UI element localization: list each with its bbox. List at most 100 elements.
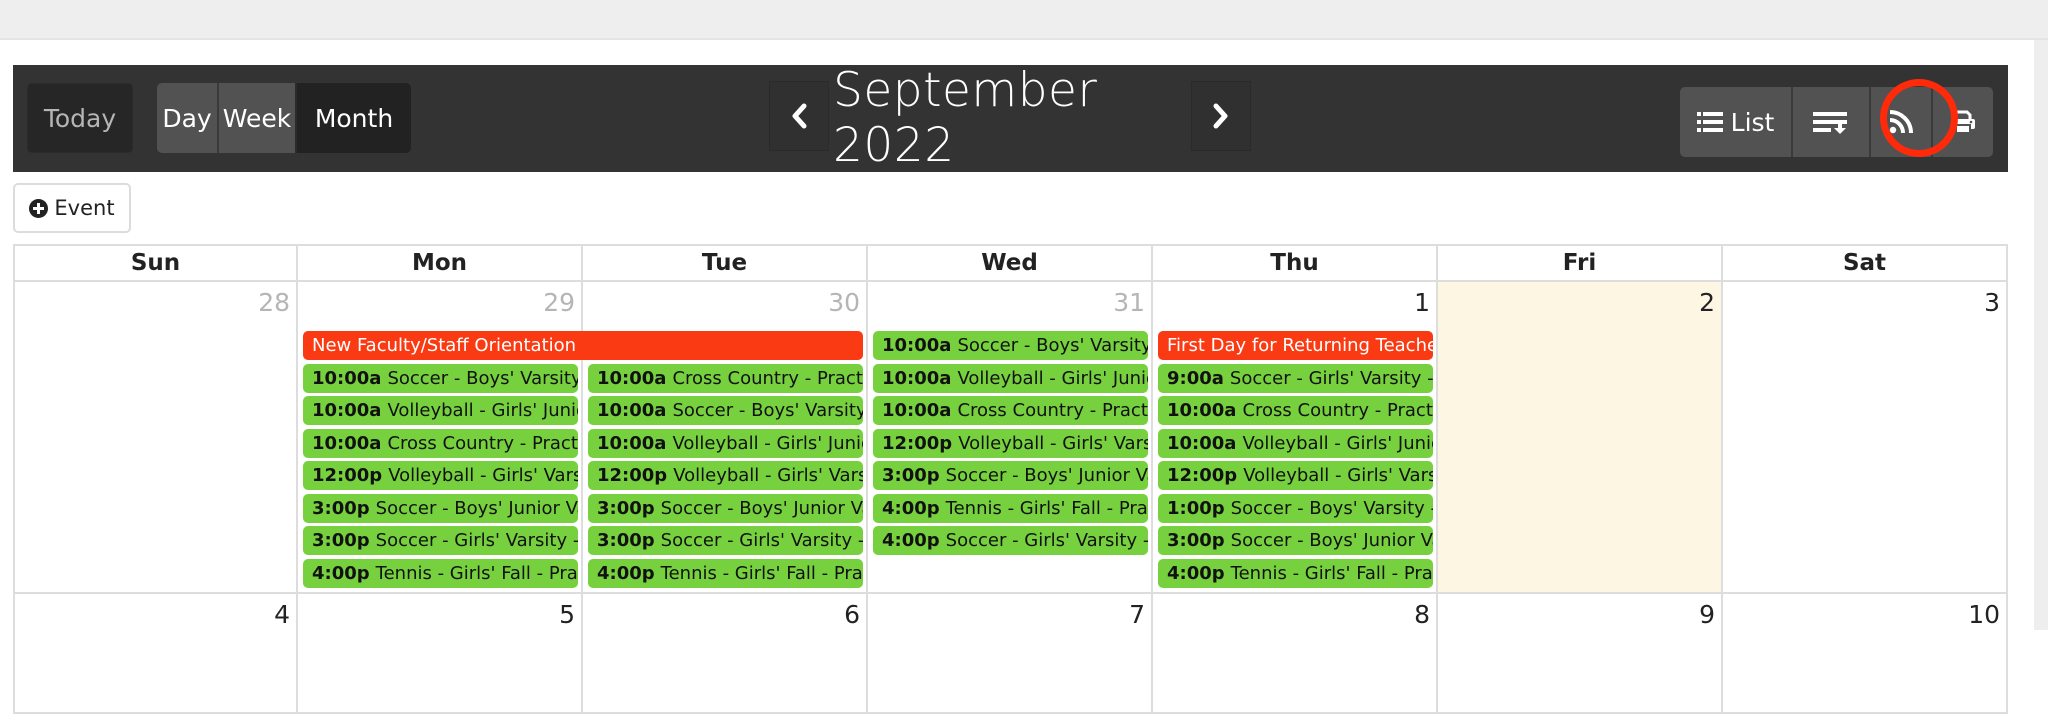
add-event-button[interactable]: Event — [13, 183, 131, 233]
event-title: Volleyball - Girls' Varsity — [673, 465, 863, 486]
output-options: List — [1680, 87, 1993, 157]
day-number[interactable]: 9 — [1699, 600, 1715, 629]
calendar-event[interactable]: 3:00pSoccer - Boys' Junior Varsity — [303, 493, 578, 523]
day-number[interactable]: 29 — [543, 288, 575, 317]
list-view-button[interactable]: List — [1680, 87, 1793, 157]
day-cell[interactable]: 8 — [1153, 594, 1438, 714]
event-title: Soccer - Girls' Varsity - G — [1229, 367, 1433, 389]
calendar-event[interactable]: First Day for Returning Teachers — [1158, 331, 1433, 360]
scrollbar-track[interactable] — [2034, 40, 2048, 630]
event-time: 10:00a — [1167, 400, 1237, 421]
day-cell[interactable]: 7 — [868, 594, 1153, 714]
calendar-event[interactable]: 12:00pVolleyball - Girls' Varsity — [303, 461, 578, 490]
calendar-event[interactable]: 12:00pVolleyball - Girls' Varsity — [873, 428, 1148, 458]
event-time: 10:00a — [882, 400, 952, 421]
print-button[interactable] — [1933, 87, 1993, 157]
calendar-event[interactable]: 3:00p Soccer - Girls' Varsity - P — [588, 526, 863, 555]
day-number[interactable]: 2 — [1699, 288, 1715, 317]
calendar-event[interactable]: 10:00aCross Country - Practice — [1158, 396, 1433, 425]
day-number[interactable]: 3 — [1984, 288, 2000, 317]
browser-top-band — [0, 0, 2048, 40]
calendar-event[interactable]: 3:00pSoccer - Boys' Junior Varsity — [588, 493, 863, 523]
week-view-button[interactable]: Week — [219, 83, 297, 153]
day-number[interactable]: 1 — [1414, 288, 1430, 317]
list-icon — [1696, 112, 1723, 132]
rss-feed-button[interactable] — [1871, 87, 1933, 157]
day-number[interactable]: 31 — [1113, 288, 1145, 317]
day-cell[interactable]: 5 — [298, 594, 583, 714]
day-number[interactable]: 28 — [258, 288, 290, 317]
calendar-event[interactable]: 10:00aCross Country - Practice — [588, 363, 863, 393]
day-cell[interactable]: 10 — [1723, 594, 2008, 714]
event-title: Soccer - Boys' Varsity - G — [1230, 497, 1433, 519]
spanning-event[interactable]: New Faculty/Staff Orientation — [303, 331, 863, 360]
calendar-event[interactable]: 10:00a Soccer - Boys' Varsity - — [873, 331, 1148, 360]
rss-feed-icon — [1889, 110, 1913, 134]
day-cell[interactable]: 6 — [583, 594, 868, 714]
calendar-event[interactable]: 10:00aVolleyball - Girls' Junior Varsity — [873, 363, 1148, 393]
next-month-button[interactable] — [1191, 81, 1251, 151]
previous-month-button[interactable] — [769, 81, 829, 151]
event-title: Cross Country - Practice — [1242, 400, 1433, 421]
event-time: 3:00p — [597, 497, 655, 519]
calendar-event[interactable]: 4:00pTennis - Girls' Fall - Practice — [873, 493, 1148, 523]
event-title: Soccer - Girls' Varsity - P — [375, 530, 578, 551]
event-time: 10:00a — [882, 335, 952, 356]
event-title: Tennis - Girls' Fall - Practice — [1230, 562, 1433, 584]
day-cell[interactable]: 9 — [1438, 594, 1723, 714]
month-view-button[interactable]: Month — [297, 83, 411, 153]
day-cell[interactable]: 3 — [1723, 282, 2008, 594]
event-time: 3:00p — [597, 530, 655, 551]
calendar-event[interactable]: 4:00p Soccer - Girls' Varsity - P — [873, 526, 1148, 555]
day-number[interactable]: 6 — [844, 600, 860, 629]
weekday-header-mon: Mon — [298, 244, 583, 282]
day-number[interactable]: 5 — [559, 600, 575, 629]
calendar-event[interactable]: 10:00aVolleyball - Girls' Junior Varsity — [303, 396, 578, 425]
calendar-event[interactable]: 10:00aCross Country - Practice — [873, 396, 1148, 425]
calendar-event[interactable]: 9:00a Soccer - Girls' Varsity - G — [1158, 363, 1433, 393]
event-time: 12:00p — [312, 465, 383, 486]
calendar-event[interactable]: 4:00pTennis - Girls' Fall - Practice — [588, 558, 863, 588]
calendar-event[interactable]: 10:00aCross Country - Practice — [303, 428, 578, 458]
day-number[interactable]: 7 — [1129, 600, 1145, 629]
event-time: 10:00a — [597, 432, 667, 454]
day-view-button[interactable]: Day — [157, 83, 219, 153]
calendar-event[interactable]: 10:00aSoccer - Boys' Varsity - P — [303, 363, 578, 393]
event-title: Volleyball - Girls' Junior Varsity — [957, 367, 1148, 389]
calendar-event[interactable]: 10:00aVolleyball - Girls' Junior Varsity — [1158, 428, 1433, 458]
day-cell[interactable]: 28 — [13, 282, 298, 594]
calendar-event[interactable]: 12:00pVolleyball - Girls' Varsity — [588, 461, 863, 490]
chevron-right-icon — [1213, 103, 1228, 129]
calendar-event[interactable]: 3:00p Soccer - Girls' Varsity - P — [303, 526, 578, 555]
today-button[interactable]: Today — [27, 83, 133, 153]
day-cell[interactable]: 4 — [13, 594, 298, 714]
event-time: 4:00p — [597, 562, 655, 584]
calendar-event[interactable]: 4:00pTennis - Girls' Fall - Practice — [303, 558, 578, 588]
event-time: 3:00p — [312, 530, 370, 551]
sort-button[interactable] — [1793, 87, 1871, 157]
event-title: Tennis - Girls' Fall - Practice — [660, 562, 863, 584]
event-title: First Day for Returning Teachers — [1167, 335, 1433, 356]
calendar-event[interactable]: 3:00pSoccer - Boys' Junior Varsity — [873, 461, 1148, 490]
event-title: Volleyball - Girls' Junior Varsity — [672, 432, 863, 454]
calendar-event[interactable]: 10:00aSoccer - Boys' Varsity - P — [588, 396, 863, 425]
list-label: List — [1730, 107, 1775, 137]
day-number[interactable]: 30 — [828, 288, 860, 317]
calendar-event[interactable]: 4:00pTennis - Girls' Fall - Practice — [1158, 558, 1433, 588]
plus-circle-icon — [29, 198, 49, 218]
weekday-header-thu: Thu — [1153, 244, 1438, 282]
event-title: Volleyball - Girls' Varsity — [1243, 465, 1433, 486]
print-icon — [1951, 110, 1975, 134]
calendar-event[interactable]: 1:00pSoccer - Boys' Varsity - G — [1158, 493, 1433, 523]
calendar-event[interactable]: 3:00pSoccer - Boys' Junior Varsity — [1158, 526, 1433, 555]
day-number[interactable]: 8 — [1414, 600, 1430, 629]
event-title: Tennis - Girls' Fall - Practice — [375, 562, 578, 584]
day-number[interactable]: 10 — [1968, 600, 2000, 629]
calendar-event[interactable]: 12:00pVolleyball - Girls' Varsity — [1158, 461, 1433, 490]
event-title: Cross Country - Practice — [387, 432, 578, 454]
calendar-event[interactable]: 10:00aVolleyball - Girls' Junior Varsity — [588, 428, 863, 458]
day-number[interactable]: 4 — [274, 600, 290, 629]
event-title: Volleyball - Girls' Junior Varsity — [1242, 432, 1433, 454]
day-cell[interactable]: 2 — [1438, 282, 1723, 594]
event-time: 3:00p — [1167, 530, 1225, 551]
